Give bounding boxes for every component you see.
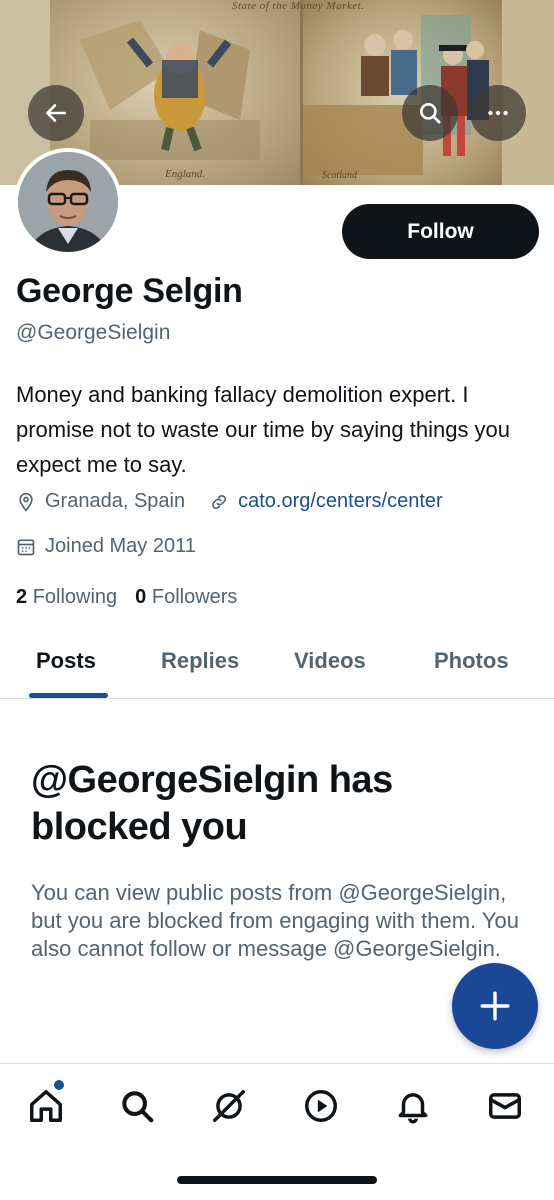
banner-illustration-right (303, 0, 503, 185)
banner-caption-top: State of the Money Market. (232, 0, 365, 12)
profile-meta-location-row: Granada, Spain cato.org/centers/center (16, 490, 443, 513)
profile-bio: Money and banking fallacy demolition exp… (16, 382, 511, 477)
plus-icon (480, 991, 510, 1021)
profile-stats: 2 Following 0 Followers (16, 586, 237, 609)
profile-meta-joined-row: Joined May 2011 (16, 535, 196, 558)
banner-caption-left: England. (165, 168, 206, 180)
link-icon (212, 494, 227, 509)
active-tab-indicator (29, 693, 108, 698)
nav-grok[interactable] (207, 1084, 251, 1128)
followers-label: Followers (151, 586, 238, 608)
following-stat[interactable]: 2 Following (16, 586, 117, 609)
nav-search[interactable] (115, 1084, 159, 1128)
tab-photos[interactable]: Photos (434, 648, 509, 674)
more-button[interactable] (470, 85, 526, 141)
search-icon (420, 103, 441, 124)
nav-messages[interactable] (483, 1084, 527, 1128)
tab-posts[interactable]: Posts (36, 648, 96, 674)
blocked-title: @GeorgeSielgin has blocked you (31, 759, 393, 848)
following-count: 2 (16, 586, 28, 608)
followers-stat[interactable]: 0 Followers (135, 586, 237, 609)
compose-post-button[interactable] (452, 963, 538, 1049)
following-label: Following (32, 586, 118, 608)
calendar-icon (17, 539, 35, 555)
home-icon (30, 1090, 62, 1122)
nav-notifications[interactable] (391, 1084, 435, 1128)
blocked-body: You can view public posts from @GeorgeSi… (31, 880, 519, 961)
profile-tabs: Posts Replies Videos Photos (0, 626, 554, 699)
follow-button[interactable]: Follow (342, 204, 539, 259)
video-icon (305, 1090, 337, 1122)
avatar-photo (18, 152, 118, 252)
followers-count: 0 (135, 586, 147, 608)
search-button[interactable] (402, 85, 458, 141)
tab-videos[interactable]: Videos (294, 648, 366, 674)
profile-handle: @GeorgeSielgin (16, 321, 171, 344)
arrow-left-icon (46, 104, 66, 122)
more-horizontal-icon (488, 110, 508, 116)
banner-caption-right: Scotland (322, 170, 357, 181)
grok-icon (213, 1090, 245, 1122)
nav-home[interactable] (24, 1084, 68, 1128)
profile-name: George Selgin (16, 272, 243, 310)
notifications-icon (398, 1093, 428, 1124)
home-indicator (177, 1176, 377, 1184)
nav-video[interactable] (299, 1084, 343, 1128)
search-icon (122, 1091, 154, 1123)
home-notification-dot (54, 1080, 64, 1090)
profile-location: Granada, Spain (45, 490, 186, 512)
profile-website-link[interactable]: cato.org/centers/center (238, 490, 443, 513)
location-pin-icon (19, 492, 33, 512)
tab-replies[interactable]: Replies (161, 648, 239, 674)
profile-joined-date: Joined May 2011 (45, 535, 196, 557)
messages-icon (489, 1093, 521, 1119)
back-button[interactable] (28, 85, 84, 141)
profile-avatar[interactable] (14, 148, 122, 256)
